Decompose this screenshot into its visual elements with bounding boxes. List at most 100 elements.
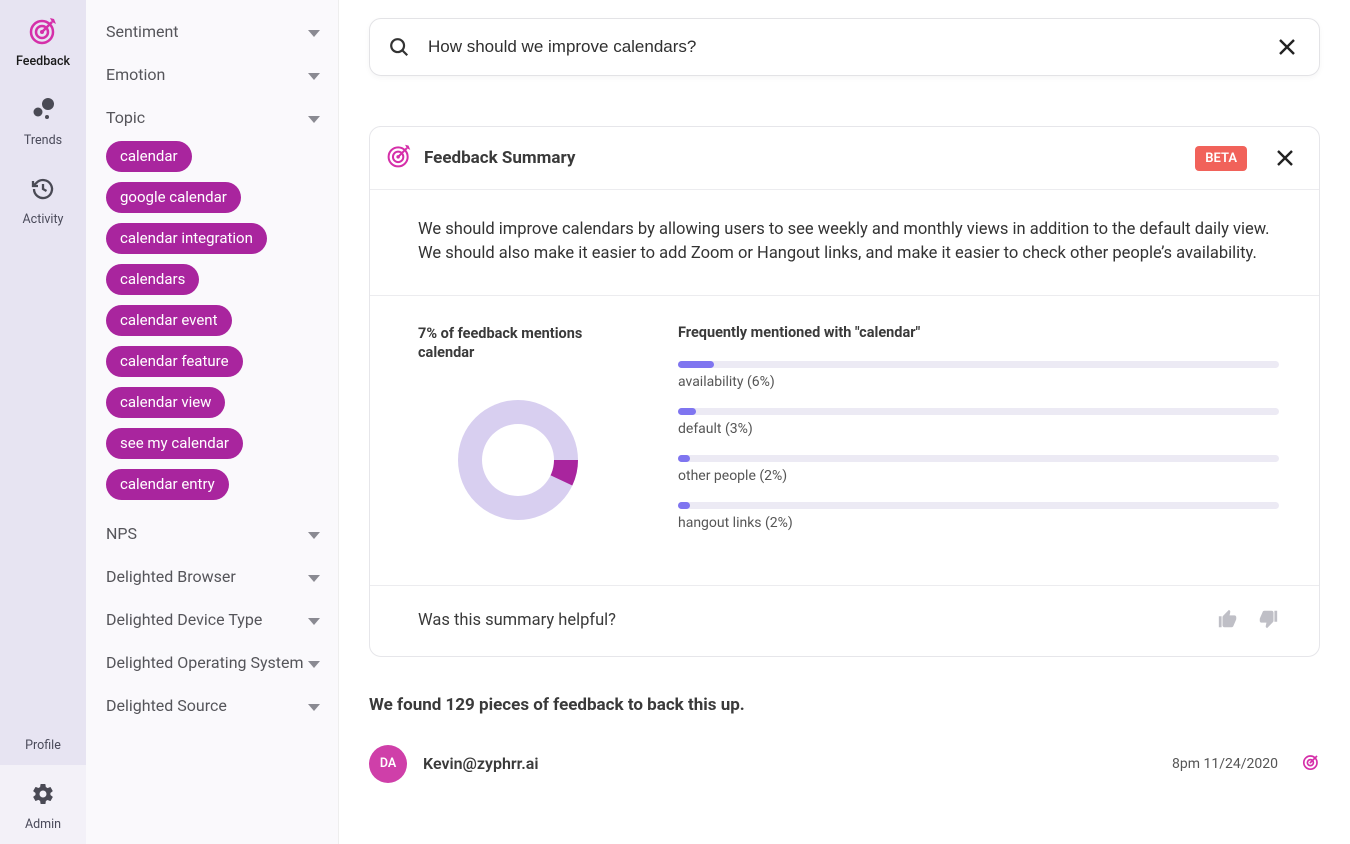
thumbs-down-icon[interactable] [1257, 608, 1279, 634]
filter-header[interactable]: NPS [106, 524, 320, 543]
bar-fill [678, 455, 690, 462]
history-icon [26, 172, 60, 206]
filter-label: Delighted Operating System [106, 653, 304, 672]
donut-chart [439, 381, 597, 539]
beta-badge: BETA [1195, 146, 1247, 171]
nav-trends-label: Trends [24, 133, 62, 148]
bar-row: default (3%) [678, 408, 1279, 437]
filter-header[interactable]: Delighted Operating System [106, 653, 320, 672]
chevron-down-icon [308, 653, 320, 672]
nav-trends[interactable]: Trends [0, 79, 86, 158]
feedback-email: Kevin@zyphrr.ai [423, 754, 1156, 773]
target-icon [1302, 753, 1320, 775]
filter-label: Topic [106, 108, 145, 127]
nav-admin-label: Admin [25, 817, 61, 832]
topic-pill[interactable]: calendar view [106, 387, 225, 418]
avatar: DA [369, 745, 407, 783]
bar-fill [678, 361, 714, 368]
topic-pill[interactable]: google calendar [106, 182, 241, 213]
filter-group: Sentiment [106, 22, 320, 41]
bar-track [678, 361, 1279, 368]
filter-group: Delighted Device Type [106, 610, 320, 629]
nav-activity-label: Activity [23, 212, 64, 227]
filter-group: NPS [106, 524, 320, 543]
target-icon [26, 14, 60, 48]
bar-label: other people (2%) [678, 468, 1279, 484]
filter-group: Delighted Browser [106, 567, 320, 586]
summary-header: Feedback Summary BETA [370, 127, 1319, 190]
bar-fill [678, 408, 696, 415]
bars-block: Frequently mentioned with "calendar" ava… [678, 324, 1279, 549]
filter-label: Delighted Device Type [106, 610, 262, 629]
close-icon[interactable] [1275, 148, 1295, 168]
nav-admin[interactable]: Admin [0, 765, 86, 844]
close-icon[interactable] [1277, 37, 1297, 57]
topic-pill[interactable]: calendar event [106, 305, 232, 336]
filter-header[interactable]: Topic [106, 108, 320, 127]
nav-rail: Feedback Trends Activity Profile [0, 0, 86, 844]
filter-label: Delighted Source [106, 696, 227, 715]
bars-title: Frequently mentioned with "calendar" [678, 324, 1279, 341]
feedback-item[interactable]: DA Kevin@zyphrr.ai 8pm 11/24/2020 [369, 745, 1320, 807]
nav-profile[interactable]: Profile [0, 726, 86, 765]
nav-feedback-label: Feedback [16, 54, 70, 69]
main-content: Feedback Summary BETA We should improve … [339, 0, 1350, 844]
filter-header[interactable]: Sentiment [106, 22, 320, 41]
backing-count-line: We found 129 pieces of feedback to back … [369, 695, 1320, 715]
topic-pill[interactable]: calendar feature [106, 346, 243, 377]
filter-group: Topic calendar google calendar calendar int… [106, 108, 320, 500]
filter-group: Delighted Source [106, 696, 320, 715]
filter-label: NPS [106, 524, 137, 543]
topic-pill[interactable]: calendar entry [106, 469, 229, 500]
filter-group: Emotion [106, 65, 320, 84]
bar-label: hangout links (2%) [678, 515, 1279, 531]
bubbles-icon [26, 93, 60, 127]
search-icon [388, 36, 410, 58]
chevron-down-icon [308, 524, 320, 543]
topic-pill[interactable]: see my calendar [106, 428, 243, 459]
summary-text: We should improve calendars by allowing … [370, 190, 1319, 296]
nav-profile-label: Profile [25, 738, 61, 753]
chevron-down-icon [308, 610, 320, 629]
topic-pill-list: calendar google calendar calendar integrat… [106, 141, 320, 500]
summary-charts: 7% of feedback mentions calendar Frequen… [370, 296, 1319, 586]
search-input[interactable] [428, 37, 1259, 57]
bar-label: default (3%) [678, 421, 1279, 437]
bar-track [678, 408, 1279, 415]
bar-row: other people (2%) [678, 455, 1279, 484]
feedback-timestamp: 8pm 11/24/2020 [1172, 756, 1278, 772]
bar-track [678, 502, 1279, 509]
bar-row: hangout links (2%) [678, 502, 1279, 531]
topic-pill[interactable]: calendar integration [106, 223, 267, 254]
chevron-down-icon [308, 22, 320, 41]
gear-icon [26, 777, 60, 811]
filter-label: Sentiment [106, 22, 179, 41]
thumbs-up-icon[interactable] [1217, 608, 1239, 634]
nav-feedback[interactable]: Feedback [0, 0, 86, 79]
filter-header[interactable]: Delighted Source [106, 696, 320, 715]
topic-pill[interactable]: calendars [106, 264, 199, 295]
filter-header[interactable]: Delighted Device Type [106, 610, 320, 629]
filter-label: Delighted Browser [106, 567, 236, 586]
summary-footer: Was this summary helpful? [370, 586, 1319, 656]
donut-block: 7% of feedback mentions calendar [418, 324, 618, 549]
chevron-down-icon [308, 65, 320, 84]
search-bar [369, 18, 1320, 76]
bar-track [678, 455, 1279, 462]
filter-header[interactable]: Delighted Browser [106, 567, 320, 586]
filter-label: Emotion [106, 65, 165, 84]
chevron-down-icon [308, 567, 320, 586]
filter-header[interactable]: Emotion [106, 65, 320, 84]
donut-title: 7% of feedback mentions calendar [418, 324, 618, 363]
feedback-summary-card: Feedback Summary BETA We should improve … [369, 126, 1320, 657]
nav-activity[interactable]: Activity [0, 158, 86, 237]
chevron-down-icon [308, 108, 320, 127]
filter-group: Delighted Operating System [106, 653, 320, 672]
bar-row: availability (6%) [678, 361, 1279, 390]
target-icon [386, 143, 412, 173]
bar-fill [678, 502, 690, 509]
topic-pill[interactable]: calendar [106, 141, 192, 172]
bar-label: availability (6%) [678, 374, 1279, 390]
footer-question: Was this summary helpful? [418, 611, 1199, 630]
chevron-down-icon [308, 696, 320, 715]
